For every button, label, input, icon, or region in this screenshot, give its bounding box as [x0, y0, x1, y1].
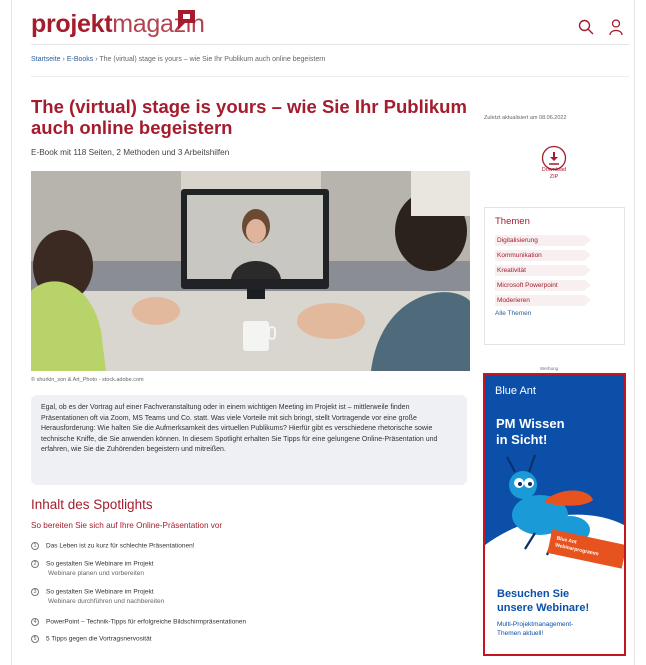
breadcrumb: Startseite › E-Books › The (virtual) sta… — [31, 56, 325, 63]
themes-title: Themen — [495, 216, 530, 227]
ad-cta[interactable]: Besuchen Sie unsere Webinare! — [497, 587, 589, 615]
toc-item-subtitle: Webinare durchführen und nachbereiten — [48, 598, 165, 605]
page-subtitle: E-Book mit 118 Seiten, 2 Methoden und 3 … — [31, 148, 230, 157]
breadcrumb-current: The (virtual) stage is yours – wie Sie I… — [99, 56, 326, 63]
breadcrumb-ebooks[interactable]: E-Books — [67, 56, 93, 63]
toc-item[interactable]: 5 5 Tipps gegen die Vortragsnervosität — [31, 635, 152, 643]
hero-image — [31, 171, 470, 371]
theme-tag[interactable]: Microsoft Powerpoint — [495, 280, 591, 291]
theme-tag[interactable]: Kreativität — [495, 265, 591, 276]
ad-text-line: Multi-Projektmanagement- — [497, 621, 574, 628]
last-updated: Zuletzt aktualisiert am 08.06.2022 — [484, 115, 567, 121]
ad-brand: Blue Ant — [495, 385, 536, 397]
page-title: The (virtual) stage is yours – wie Sie I… — [31, 96, 467, 138]
image-credit: © shurkin_son & Art_Photo - stock.adobe.… — [31, 377, 144, 383]
ad-cta-line: unsere Webinare! — [497, 602, 590, 614]
toc-item-title: So gestalten Sie Webinare im Projekt — [46, 588, 154, 596]
download-button[interactable]: Download ZIP — [530, 167, 578, 181]
themes-box: Themen Digitalisierung Kommunikation Kre… — [484, 207, 625, 345]
toc-item[interactable]: 3 So gestalten Sie Webinare im Projekt We… — [31, 588, 164, 605]
ad-text-line: Themen aktuell! — [497, 630, 544, 637]
logo-text-projekt: projekt — [31, 10, 113, 38]
theme-tag[interactable]: Kommunikation — [495, 250, 591, 261]
theme-tag[interactable]: Moderieren — [495, 295, 591, 306]
advertisement-banner[interactable]: Blue Ant PM Wissen in Sicht! Blue Ant We… — [483, 373, 626, 656]
toc-item-subtitle: Webinare planen und vorbereiten — [48, 570, 145, 577]
ad-headline-line: PM Wissen — [496, 416, 565, 431]
ad-brand-text: Blue Ant — [495, 385, 536, 397]
ad-headline: PM Wissen in Sicht! — [496, 416, 565, 448]
ad-cta-line: Besuchen Sie — [497, 588, 570, 600]
toc-number: 2 — [31, 560, 39, 568]
toc-title: Inhalt des Spotlights — [31, 497, 153, 512]
header-divider — [31, 44, 629, 45]
toc-item-title: PowerPoint – Technik-Tipps für erfolgrei… — [46, 618, 247, 626]
theme-tag[interactable]: Digitalisierung — [495, 235, 591, 246]
toc-item-title: 5 Tipps gegen die Vortragsnervosität — [46, 635, 152, 643]
toc-number: 5 — [31, 635, 39, 643]
logo-mark-icon — [178, 10, 195, 30]
all-themes-link[interactable]: Alle Themen — [495, 310, 614, 317]
ad-label: Werbung — [540, 366, 559, 371]
toc-subtitle: So bereiten Sie sich auf Ihre Online-Prä… — [31, 521, 223, 530]
ad-tag-line: Webinarprogramm — [554, 541, 600, 557]
user-icon[interactable] — [607, 18, 625, 36]
breadcrumb-divider — [31, 76, 629, 77]
toc-number: 1 — [31, 542, 39, 550]
toc-item-title: Das Leben ist zu kurz für schlechte Präs… — [46, 542, 195, 550]
download-label: Download — [541, 167, 567, 173]
ad-text: Multi-Projektmanagement- Themen aktuell! — [497, 620, 573, 638]
breadcrumb-home[interactable]: Startseite — [31, 56, 61, 63]
toc-number: 4 — [31, 618, 39, 626]
hero-illustration — [31, 171, 470, 371]
toc-item[interactable]: 4 PowerPoint – Technik-Tipps für erfolgre… — [31, 618, 246, 626]
toc-item[interactable]: 1 Das Leben ist zu kurz für schlechte Prä… — [31, 542, 195, 550]
toc-number: 3 — [31, 588, 39, 596]
toc-item-title: So gestalten Sie Webinare im Projekt — [46, 560, 154, 568]
download-format: ZIP — [549, 174, 559, 180]
toc-item[interactable]: 2 So gestalten Sie Webinare im Projekt We… — [31, 560, 154, 577]
intro-box: Egal, ob es der Vortrag auf einer Fachve… — [31, 395, 467, 485]
search-icon[interactable] — [577, 18, 595, 36]
